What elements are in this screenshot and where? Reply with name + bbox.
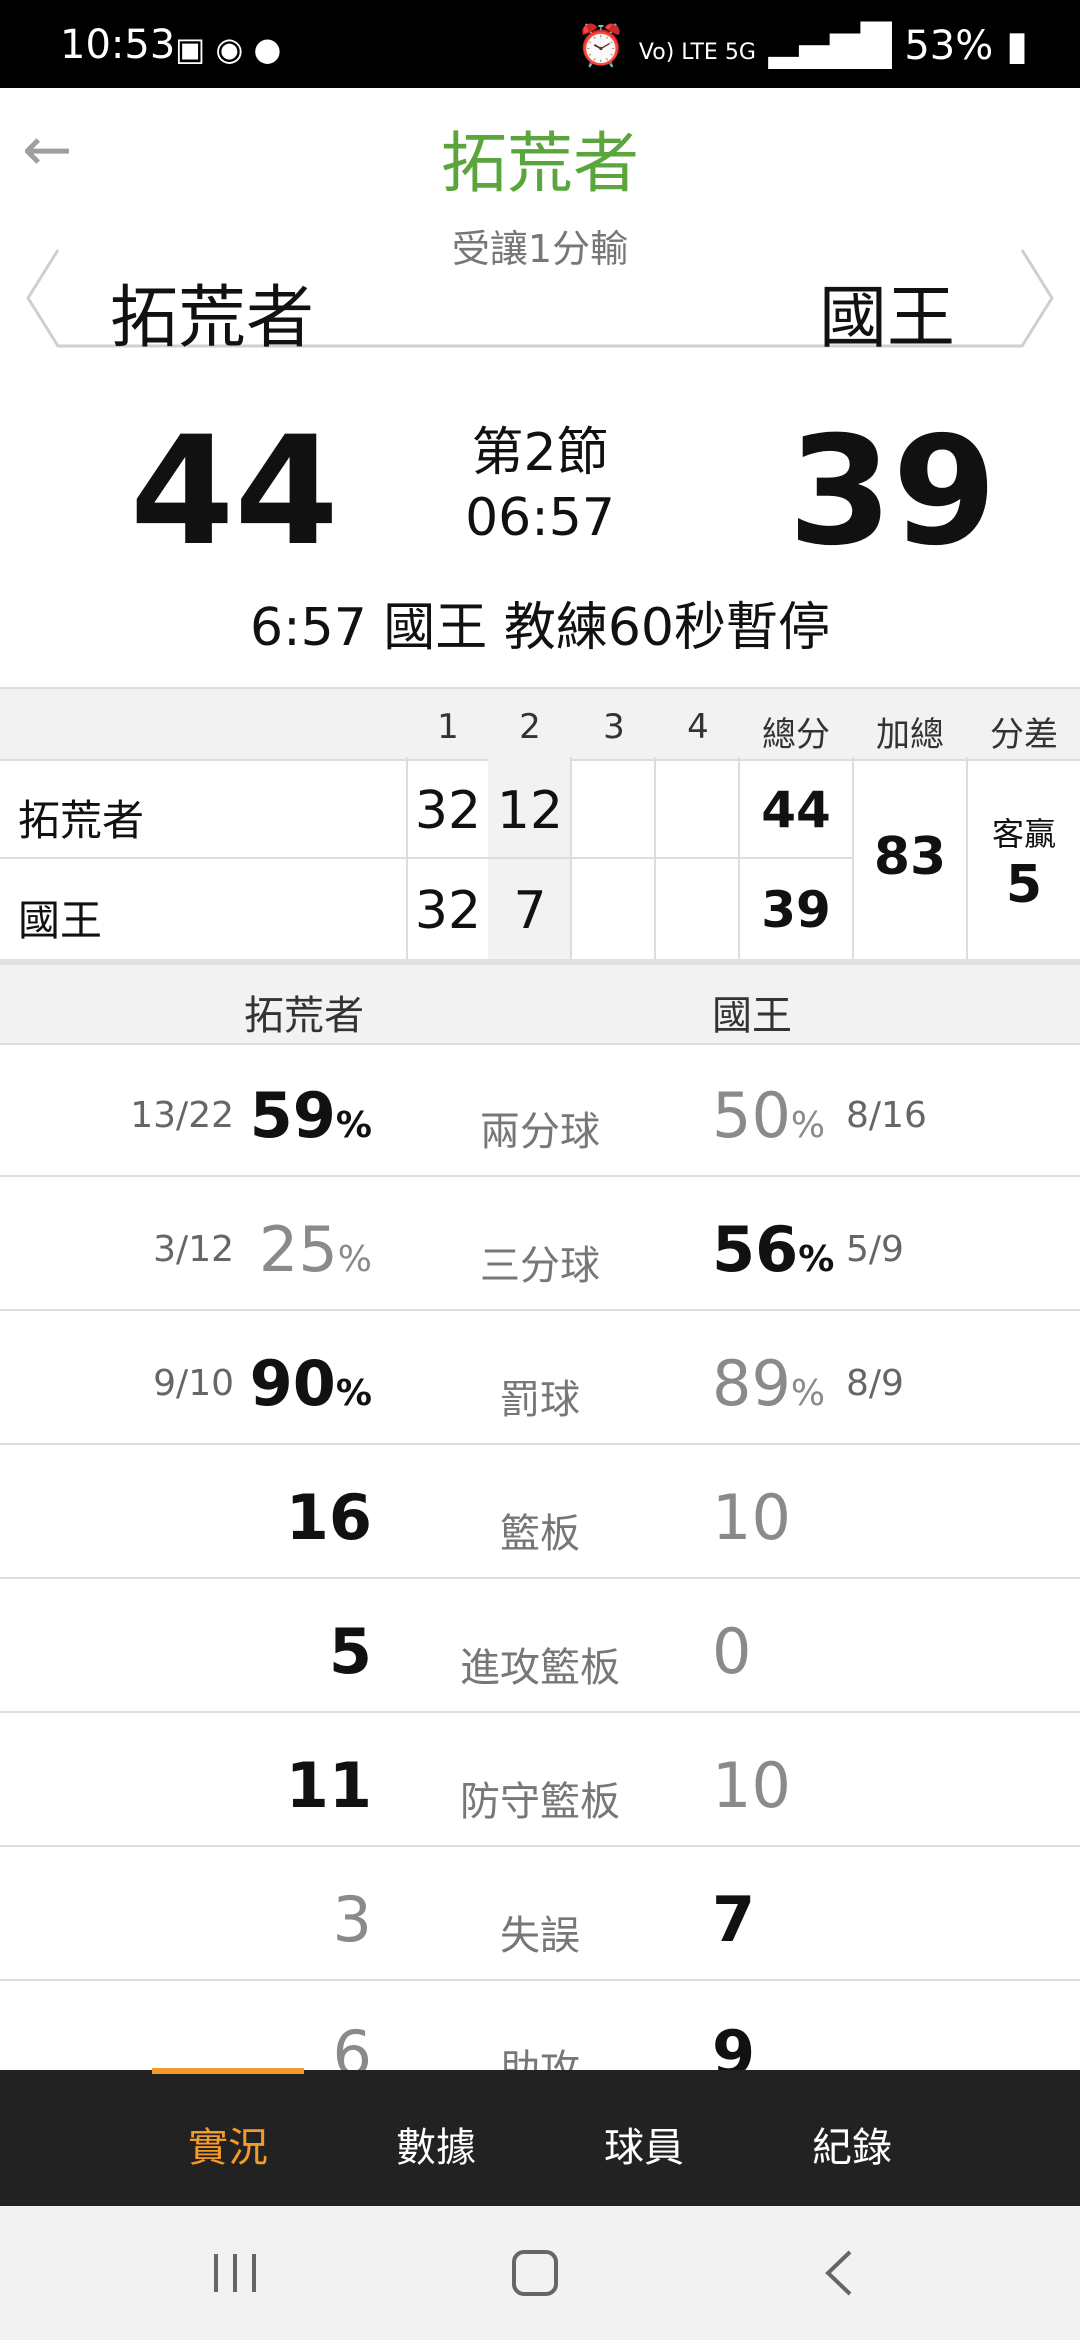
network-indicator: Vo) LTE 5G (638, 40, 756, 65)
stat-row: 3/12 25% 三分球 56% 5/9 (0, 1177, 1080, 1311)
away-fraction: 8/16 (846, 1095, 927, 1136)
bottom-tab-bar: 實況 數據 球員 紀錄 (0, 2070, 1080, 2206)
combined-total: 83 (873, 827, 947, 887)
row-team-away: 國王 (18, 896, 103, 945)
alarm-icon: ⏰ (576, 23, 627, 69)
header-diff: 分差 (990, 715, 1058, 755)
tab-stats[interactable]: 數據 (336, 2115, 536, 2173)
system-nav-bar (0, 2206, 1080, 2340)
header-q4: 4 (687, 707, 709, 747)
signal-icon: ▂▄▆█ (768, 23, 892, 69)
quarter-table: 拓荒者 32 12 44 國王 32 7 39 83 客贏 5 (0, 757, 1080, 959)
status-bar: 10:53 ▣ ◉ ● ⏰ Vo) LTE 5G ▂▄▆█ 53% ▮ (0, 0, 1080, 88)
away-fraction: 8/9 (846, 1363, 904, 1404)
stat-row: 9/10 90% 罰球 89% 8/9 (0, 1311, 1080, 1445)
stat-label: 罰球 (500, 1377, 580, 1423)
quarter-table-header: 1 2 3 4 總分 加總 分差 (0, 687, 1080, 761)
stats-away-team: 國王 (712, 993, 792, 1039)
header-total: 總分 (762, 715, 830, 755)
header-q2: 2 (519, 707, 541, 747)
away-value: 0 (712, 1615, 752, 1688)
stat-row: 5 進攻籃板 0 (0, 1579, 1080, 1713)
status-right: ⏰ Vo) LTE 5G ▂▄▆█ 53% ▮ (576, 22, 1028, 69)
tab-players[interactable]: 球員 (544, 2115, 744, 2173)
away-fraction: 5/9 (846, 1229, 904, 1270)
away-total: 39 (761, 881, 831, 939)
header-q1: 1 (437, 707, 459, 747)
away-percent: 56% (712, 1213, 835, 1286)
home-icon[interactable] (510, 2248, 560, 2298)
away-value: 10 (712, 1481, 791, 1554)
stat-row: 16 籃板 10 (0, 1445, 1080, 1579)
row-team-home: 拓荒者 (18, 796, 145, 845)
diff-label: 客贏 (991, 815, 1056, 853)
battery-icon: ▮ (1005, 23, 1028, 69)
stat-row: 6 助攻 9 (0, 1981, 1080, 2070)
notification-icons: ▣ ◉ ● (175, 30, 282, 68)
stat-row: 13/22 59% 兩分球 50% 8/16 (0, 1043, 1080, 1177)
tab-records[interactable]: 紀錄 (752, 2115, 952, 2173)
stat-row: 11 防守籃板 10 (0, 1713, 1080, 1847)
page-title: 拓荒者 (441, 125, 639, 202)
away-value: 9 (712, 2017, 756, 2070)
latest-event: 6:57 國王 教練60秒暫停 (250, 598, 830, 658)
away-percent: 89% (712, 1347, 826, 1420)
home-total: 44 (761, 781, 831, 839)
away-score: 39 (788, 405, 997, 579)
active-tab-indicator (152, 2068, 304, 2074)
recent-apps-icon[interactable] (210, 2250, 260, 2296)
stat-label: 籃板 (500, 1511, 580, 1557)
away-team-name[interactable]: 國王 (819, 262, 955, 361)
away-q2: 7 (513, 881, 547, 941)
header-q3: 3 (603, 707, 625, 747)
stat-label: 失誤 (500, 1913, 580, 1959)
away-value: 10 (712, 1749, 791, 1822)
stats-header: 拓荒者 國王 (0, 965, 1080, 1045)
back-nav-icon[interactable] (820, 2248, 860, 2298)
home-q1: 32 (414, 781, 482, 841)
stat-label: 防守籃板 (460, 1779, 620, 1825)
battery-level: 53% (904, 23, 994, 69)
stats-home-team: 拓荒者 (244, 993, 364, 1039)
away-value: 7 (712, 1883, 756, 1956)
stat-label: 進攻籃板 (460, 1645, 620, 1691)
tab-live[interactable]: 實況 (128, 2115, 328, 2173)
header-sum: 加總 (876, 715, 944, 755)
stat-row: 3 失誤 7 (0, 1847, 1080, 1981)
stat-label: 三分球 (480, 1243, 600, 1289)
away-percent: 50% (712, 1079, 826, 1152)
status-time: 10:53 (60, 22, 176, 68)
away-q1: 32 (414, 881, 482, 941)
home-q2: 12 (496, 781, 564, 841)
stat-label: 助攻 (500, 2047, 580, 2070)
diff-value: 5 (1005, 855, 1043, 915)
home-team-name[interactable]: 拓荒者 (110, 262, 314, 361)
